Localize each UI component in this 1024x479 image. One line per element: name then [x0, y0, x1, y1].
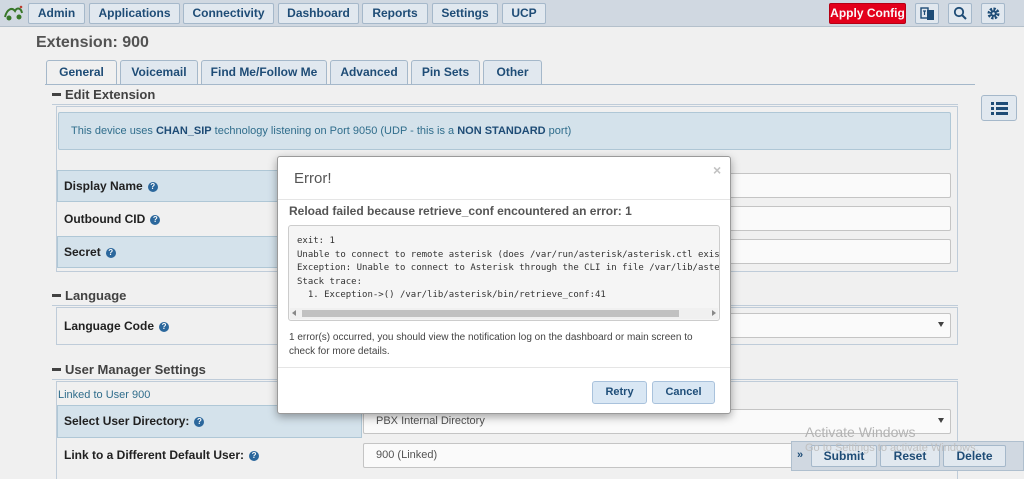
- scroll-left-icon[interactable]: [292, 310, 296, 316]
- dialog-title: Error!: [294, 170, 332, 187]
- cancel-button[interactable]: Cancel: [652, 381, 715, 404]
- error-output-box[interactable]: exit: 1 Unable to connect to remote aste…: [288, 225, 720, 321]
- retry-button[interactable]: Retry: [592, 381, 647, 404]
- horizontal-scrollbar[interactable]: [290, 308, 718, 319]
- error-output-text: exit: 1 Unable to connect to remote aste…: [297, 236, 720, 300]
- scroll-right-icon[interactable]: [712, 310, 716, 316]
- scrollbar-thumb[interactable]: [302, 310, 679, 317]
- close-icon[interactable]: ×: [713, 162, 721, 178]
- error-dialog: Error! × Reload failed because retrieve_…: [277, 156, 731, 414]
- dialog-error-heading: Reload failed because retrieve_conf enco…: [289, 204, 632, 218]
- dialog-divider: [278, 367, 730, 368]
- dialog-divider: [278, 199, 730, 200]
- dialog-note: 1 error(s) occurred, you should view the…: [289, 332, 693, 357]
